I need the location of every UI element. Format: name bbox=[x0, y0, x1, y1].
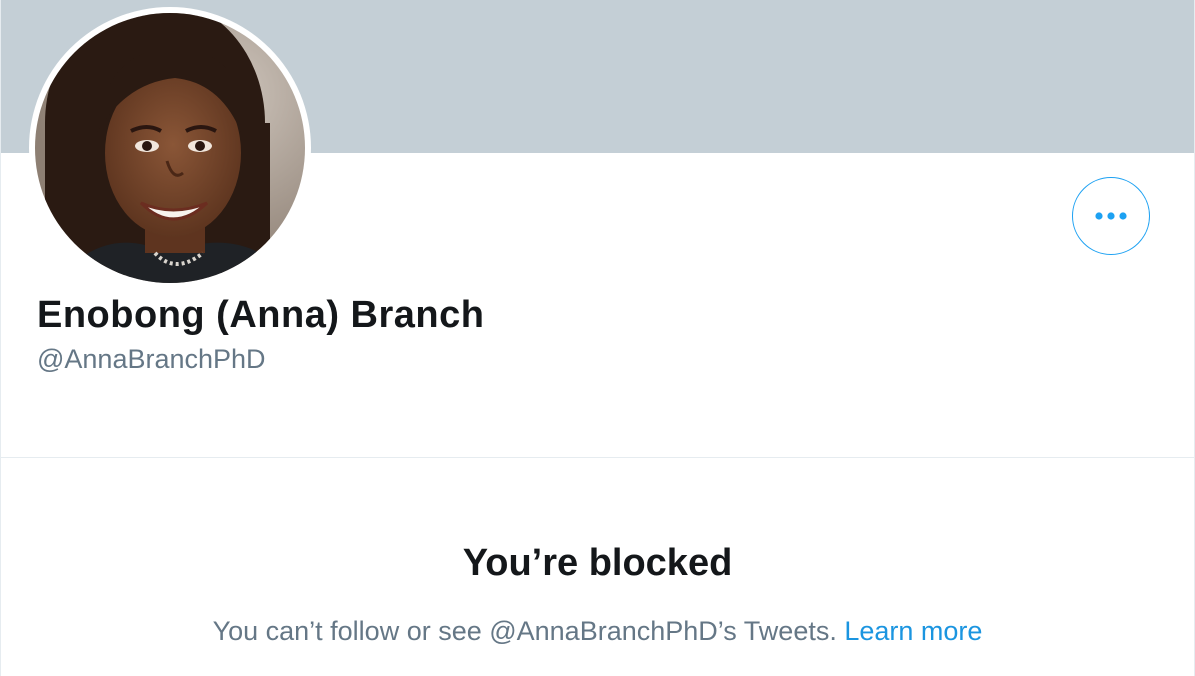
profile-handle: @AnnaBranchPhD bbox=[37, 344, 266, 374]
blocked-message: You can’t follow or see @AnnaBranchPhD’s… bbox=[212, 616, 837, 646]
learn-more-link[interactable]: Learn more bbox=[844, 616, 982, 646]
blocked-title: You’re blocked bbox=[462, 542, 733, 584]
more-options-button[interactable] bbox=[1072, 177, 1150, 255]
profile-page: Enobong (Anna) Branch @AnnaBranchPhD You… bbox=[0, 0, 1195, 676]
avatar-photo bbox=[35, 13, 305, 283]
more-horizontal-icon bbox=[1095, 212, 1127, 220]
profile-avatar[interactable] bbox=[29, 7, 311, 289]
blocked-message-row: You can’t follow or see @AnnaBranchPhD’s… bbox=[1, 616, 1194, 647]
section-divider bbox=[1, 457, 1194, 458]
profile-display-name: Enobong (Anna) Branch bbox=[37, 294, 485, 336]
